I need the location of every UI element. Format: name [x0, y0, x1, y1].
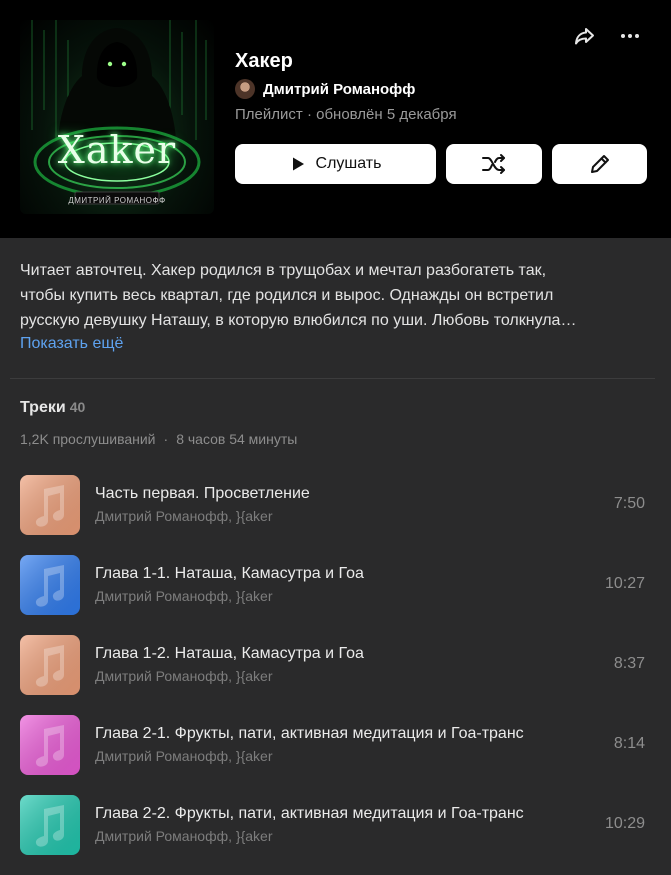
description-line: Читает авточтец. Хакер родился в трущоба…: [20, 262, 547, 279]
playlist-description: Читает авточтец. Хакер родился в трущоба…: [20, 258, 650, 333]
music-note-icon: [20, 715, 80, 775]
playlist-type: Плейлист: [235, 106, 303, 123]
track-cover[interactable]: [20, 795, 80, 855]
track-duration: 8:14: [613, 735, 645, 752]
track-duration: 8:37: [613, 655, 645, 672]
playlist-title: Хакер: [235, 50, 293, 72]
play-button[interactable]: Слушать: [235, 144, 436, 184]
playlist-header: Хaker ДМИТРИЙ РОМАНОФФ Хакер Дмитрий Ром…: [0, 0, 671, 238]
track-title[interactable]: Глава 1-1. Наташа, Камасутра и Гоа: [95, 565, 364, 583]
hacker-artwork: [31, 20, 207, 205]
track-row[interactable]: Глава 2-2. Фрукты, пати, активная медита…: [0, 795, 671, 875]
track-cover[interactable]: [20, 715, 80, 775]
playlist-cover[interactable]: Хaker ДМИТРИЙ РОМАНОФФ: [20, 20, 214, 214]
play-icon: [292, 157, 304, 171]
tracks-heading-label: Треки: [20, 399, 66, 416]
author-name[interactable]: Дмитрий Романофф: [263, 81, 415, 98]
track-row[interactable]: Часть первая. Просветление Дмитрий Романо…: [0, 475, 671, 555]
plays-count: 1,2K прослушиваний: [20, 431, 156, 447]
playlist-author[interactable]: Дмитрий Романофф: [235, 79, 415, 99]
track-cover[interactable]: [20, 635, 80, 695]
music-note-icon: [20, 635, 80, 695]
total-duration: 8 часов 54 минуты: [176, 431, 298, 447]
divider: [10, 378, 655, 379]
stats-separator: ·: [163, 431, 169, 447]
share-icon[interactable]: [573, 24, 597, 48]
playlist-updated: обновлён 5 декабря: [316, 106, 457, 123]
track-title[interactable]: Глава 1-2. Наташа, Камасутра и Гоа: [95, 645, 364, 663]
music-note-icon: [20, 555, 80, 615]
track-artist[interactable]: Дмитрий Романофф, }{aker: [95, 588, 273, 604]
track-duration: 7:50: [613, 495, 645, 512]
playlist-meta: Плейлист · обновлён 5 декабря: [235, 106, 457, 123]
track-artist[interactable]: Дмитрий Романофф, }{aker: [95, 508, 273, 524]
shuffle-icon: [482, 154, 505, 174]
track-artist[interactable]: Дмитрий Романофф, }{aker: [95, 828, 273, 844]
description-line: чтобы купить весь квартал, где родился и…: [20, 287, 554, 304]
music-note-icon: [20, 475, 80, 535]
track-title[interactable]: Глава 2-2. Фрукты, пати, активная медита…: [95, 805, 524, 823]
track-row[interactable]: Глава 1-2. Наташа, Камасутра и Гоа Дмитри…: [0, 635, 671, 715]
avatar: [235, 79, 255, 99]
tracks-heading: Треки 40: [20, 399, 85, 417]
meta-separator: ·: [306, 106, 317, 123]
track-row[interactable]: Глава 1-1. Наташа, Камасутра и Гоа Дмитри…: [0, 555, 671, 635]
track-artist[interactable]: Дмитрий Романофф, }{aker: [95, 748, 273, 764]
pencil-icon: [590, 155, 609, 173]
track-title[interactable]: Глава 2-1. Фрукты, пати, активная медита…: [95, 725, 524, 743]
show-more-link[interactable]: Показать ещё: [20, 335, 123, 353]
track-row[interactable]: Глава 2-1. Фрукты, пати, активная медита…: [0, 715, 671, 795]
track-duration: 10:29: [604, 815, 645, 832]
playlist-stats: 1,2K прослушиваний · 8 часов 54 минуты: [20, 431, 297, 447]
edit-button[interactable]: [552, 144, 647, 184]
tracks-count: 40: [69, 399, 86, 415]
music-note-icon: [20, 795, 80, 855]
cover-title: Хaker: [57, 128, 177, 172]
track-cover[interactable]: [20, 555, 80, 615]
shuffle-button[interactable]: [446, 144, 542, 184]
more-icon[interactable]: [618, 24, 642, 48]
track-duration: 10:27: [604, 575, 645, 592]
description-line: русскую девушку Наташу, в которую влюбил…: [20, 312, 577, 329]
cover-subtitle: ДМИТРИЙ РОМАНОФФ: [68, 196, 166, 205]
track-cover[interactable]: [20, 475, 80, 535]
track-artist[interactable]: Дмитрий Романофф, }{aker: [95, 668, 273, 684]
play-label: Слушать: [315, 155, 382, 172]
track-title[interactable]: Часть первая. Просветление: [95, 485, 310, 503]
